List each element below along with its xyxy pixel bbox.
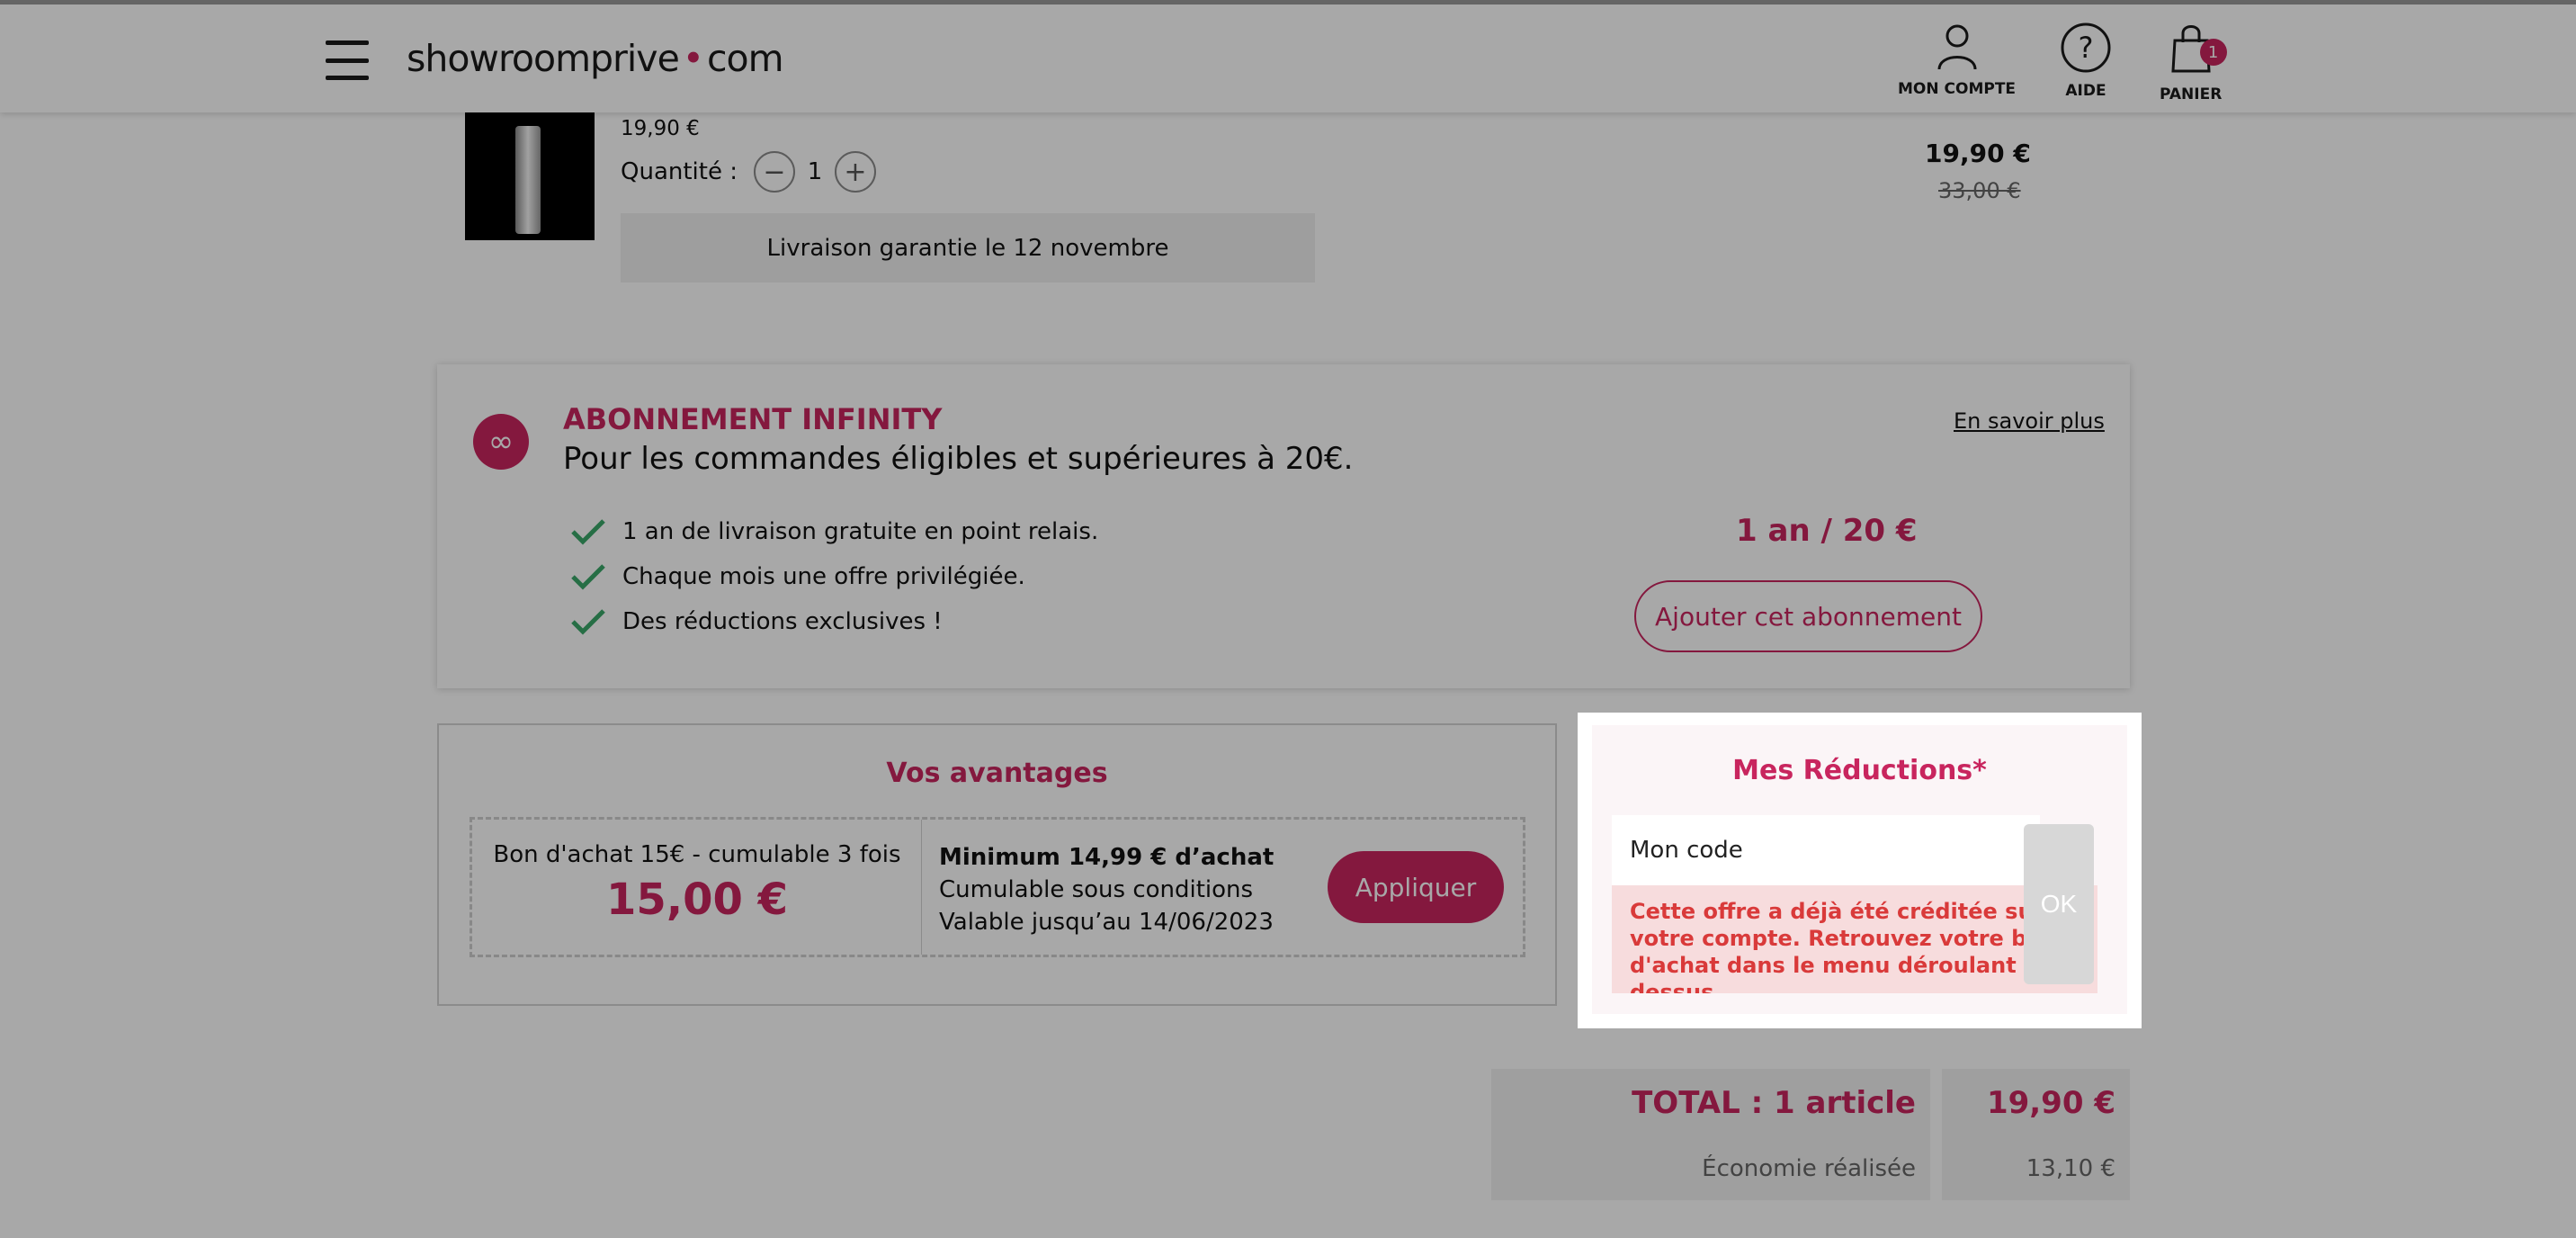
modal-overlay[interactable] (0, 0, 2576, 1238)
promo-ok-button[interactable]: OK (2024, 824, 2094, 984)
promo-code-input[interactable] (1612, 815, 2040, 885)
reductions-modal: Mes Réductions* Cette offre a déjà été c… (1578, 713, 2142, 1028)
reductions-title: Mes Réductions* (1732, 755, 1987, 786)
